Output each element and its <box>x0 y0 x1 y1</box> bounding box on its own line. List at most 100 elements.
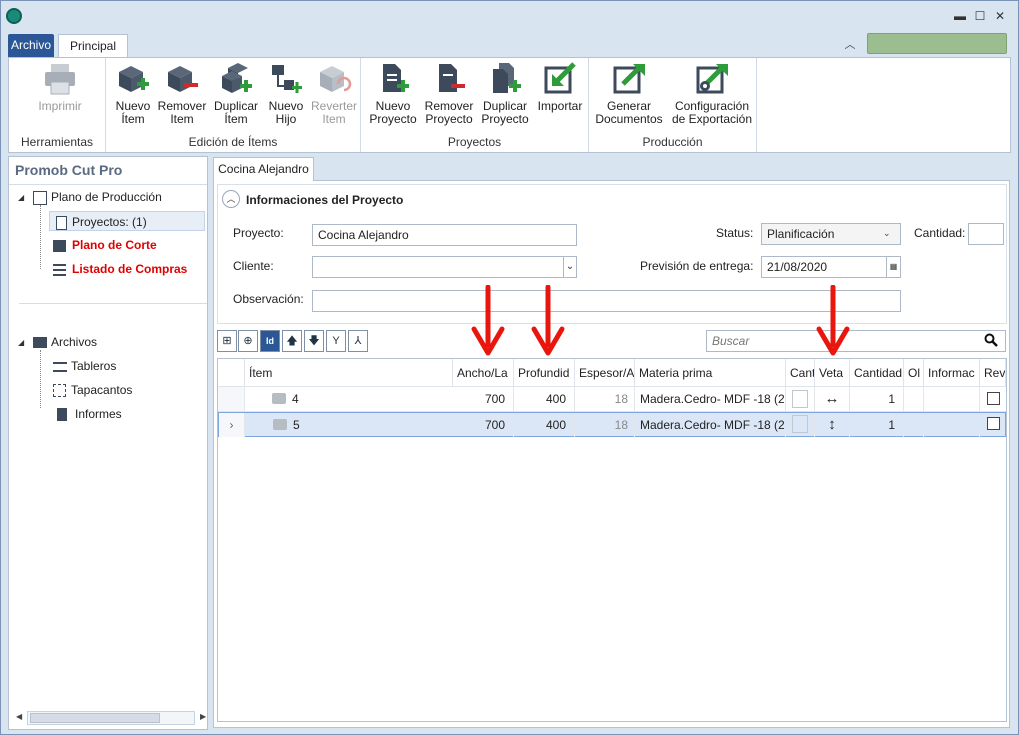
cell-espesor: 18 <box>575 413 635 437</box>
add-row-button[interactable]: ⊕ <box>238 330 258 352</box>
expand-icon[interactable]: ◢ <box>18 338 24 347</box>
cell-profundidad[interactable]: 400 <box>514 387 575 411</box>
maximize-button[interactable]: ☐ <box>972 9 988 23</box>
expand-all-button[interactable]: ⊞ <box>217 330 237 352</box>
cell-ancho[interactable]: 700 <box>453 413 514 437</box>
search-input[interactable]: Buscar <box>706 330 1006 352</box>
col-header-item[interactable]: Ítem <box>245 359 453 387</box>
tree-proyectos[interactable]: Proyectos: (1) <box>49 211 205 231</box>
chevron-down-icon[interactable]: ⌄ <box>883 228 891 239</box>
col-header-ancho[interactable]: Ancho/La <box>453 359 514 387</box>
section-title: Informaciones del Proyecto <box>246 193 404 207</box>
col-header-cant[interactable]: Cant <box>786 359 815 387</box>
cell-cant[interactable] <box>786 387 815 411</box>
cell-materia[interactable]: Madera.Cedro- MDF -18 (2 <box>635 413 786 437</box>
nuevo-hijo-button[interactable]: Nuevo Hijo <box>264 62 308 126</box>
group-produccion: Generar Documentos Configuración de Expo… <box>589 58 757 152</box>
status-select[interactable]: Planificación <box>761 223 901 245</box>
tree-horizontal-scrollbar[interactable]: ◀ ▶ <box>16 711 206 725</box>
duplicar-proyecto-button[interactable]: Duplicar Proyecto <box>479 62 531 126</box>
col-header-espesor[interactable]: Espesor/A <box>575 359 635 387</box>
tree-label: Tapacantos <box>71 383 133 397</box>
cell-cantidad[interactable]: 1 <box>850 413 904 437</box>
tree-listado-compras[interactable]: Listado de Compras <box>53 259 187 279</box>
search-icon[interactable] <box>984 333 998 347</box>
col-header-profundidad[interactable]: Profundid <box>514 359 575 387</box>
tree-archivos[interactable]: Archivos <box>33 332 97 352</box>
imprimir-button[interactable]: Imprimir <box>35 62 85 113</box>
cell-cantidad[interactable]: 1 <box>850 387 904 411</box>
proyecto-field[interactable]: Cocina Alejandro <box>312 224 577 246</box>
table-row[interactable]: › 5 700 400 18 Madera.Cedro- MDF -18 (2 … <box>218 412 1006 437</box>
importar-button[interactable]: Importar <box>535 62 585 113</box>
cell-cant[interactable] <box>786 413 815 437</box>
tree-line <box>40 205 41 269</box>
merge-button[interactable]: Y <box>326 330 346 352</box>
configuracion-exportacion-button[interactable]: Configuración de Exportación <box>669 62 755 126</box>
move-down-button[interactable]: 🡇 <box>304 330 324 352</box>
table-row[interactable]: 4 700 400 18 Madera.Cedro- MDF -18 (2 ↔ … <box>218 387 1006 412</box>
col-header-materia[interactable]: Materia prima <box>635 359 786 387</box>
tab-archivo[interactable]: Archivo <box>8 34 54 57</box>
cell-item: 4 <box>292 392 299 406</box>
documents-icon <box>33 190 47 205</box>
expand-icon[interactable]: ◢ <box>18 193 24 202</box>
cell-profundidad[interactable]: 400 <box>514 413 575 437</box>
duplicar-item-button[interactable]: Duplicar Ítem <box>210 62 262 126</box>
observacion-field[interactable] <box>312 290 901 312</box>
id-toggle-button[interactable]: Id <box>260 330 280 352</box>
scroll-right-icon[interactable]: ▶ <box>200 712 206 721</box>
cliente-field[interactable] <box>312 256 577 278</box>
row-selector[interactable] <box>218 387 245 411</box>
cell-materia[interactable]: Madera.Cedro- MDF -18 (2 <box>635 387 786 411</box>
col-header-rev[interactable]: Rev <box>980 359 1006 387</box>
rev-checkbox[interactable] <box>987 417 1000 430</box>
tab-principal[interactable]: Principal <box>58 34 128 58</box>
row-selector[interactable]: › <box>219 413 245 437</box>
col-header-informacion[interactable]: Informac <box>924 359 980 387</box>
rev-checkbox[interactable] <box>987 392 1000 405</box>
tree-informes[interactable]: Informes <box>53 404 122 424</box>
revertir-item-button[interactable]: Reverter Item <box>310 62 358 126</box>
cell-veta[interactable]: ↕ <box>815 413 850 437</box>
cantidad-field[interactable] <box>968 223 1004 245</box>
cliente-dropdown-icon[interactable]: ⌄ <box>563 257 576 277</box>
ribbon: Imprimir Herramientas Nuevo Ítem Remover… <box>8 57 1011 153</box>
tree-plano-corte[interactable]: Plano de Corte <box>53 235 157 255</box>
cell-informacion[interactable] <box>924 387 980 411</box>
close-button[interactable]: ✕ <box>992 9 1008 23</box>
minimize-button[interactable]: ▬ <box>952 9 968 23</box>
tree-plano-produccion[interactable]: Plano de Producción <box>33 187 162 207</box>
cell-ob[interactable] <box>904 413 924 437</box>
tree-tapacantos[interactable]: Tapacantos <box>53 380 132 400</box>
tree-tableros[interactable]: Tableros <box>53 356 116 376</box>
scroll-left-icon[interactable]: ◀ <box>16 712 22 721</box>
cell-ancho[interactable]: 700 <box>453 387 514 411</box>
duplicar-proyecto-label-2: Proyecto <box>481 112 529 126</box>
config-label-2: de Exportación <box>671 112 753 126</box>
nuevo-item-button[interactable]: Nuevo Ítem <box>110 62 156 126</box>
cell-informacion[interactable] <box>924 413 980 437</box>
title-bar <box>1 1 1018 31</box>
remover-proyecto-button[interactable]: Remover Proyecto <box>423 62 475 126</box>
cell-veta[interactable]: ↔ <box>815 387 850 411</box>
tree-label: Informes <box>75 407 122 421</box>
generar-documentos-button[interactable]: Generar Documentos <box>593 62 665 126</box>
scroll-thumb[interactable] <box>30 713 160 723</box>
collapse-ribbon-icon[interactable]: ︿ <box>842 36 858 51</box>
nuevo-proyecto-button[interactable]: Nuevo Proyecto <box>367 62 419 126</box>
cell-ob[interactable] <box>904 387 924 411</box>
col-header-ob[interactable]: Ol <box>904 359 924 387</box>
split-button[interactable]: ⅄ <box>348 330 368 352</box>
prevision-field[interactable]: 21/08/2020 <box>761 256 901 278</box>
move-up-button[interactable]: 🡅 <box>282 330 302 352</box>
remover-item-button[interactable]: Remover Item <box>156 62 208 126</box>
calendar-icon[interactable]: ▦ <box>886 257 900 277</box>
export-settings-icon <box>694 62 730 96</box>
tab-cocina-alejandro[interactable]: Cocina Alejandro <box>213 157 314 181</box>
camera-icon <box>272 393 286 404</box>
group-label-produccion: Producción <box>642 135 703 149</box>
col-header-cantidad[interactable]: Cantidad <box>850 359 904 387</box>
col-header-veta[interactable]: Veta <box>815 359 850 387</box>
collapse-section-icon[interactable]: ︿ <box>222 190 240 208</box>
